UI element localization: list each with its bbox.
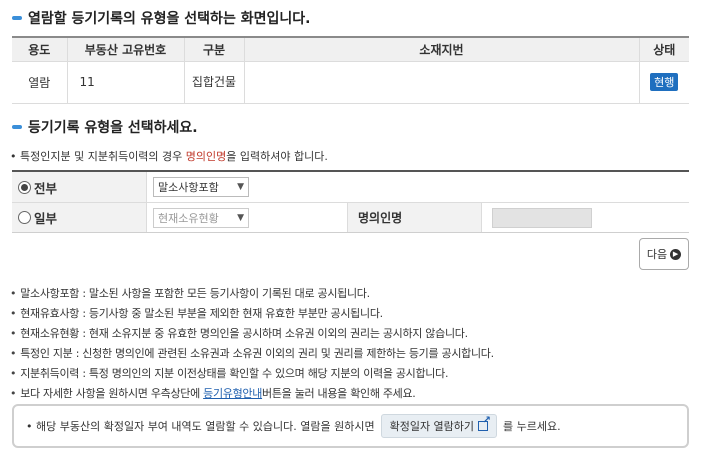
list-item: 지분취득이력 : 특정 명의인의 지분 이전상태를 확인할 수 있으며 해당 지…	[10, 364, 494, 384]
cell-property-id: 11	[66, 60, 185, 104]
radio-checked-icon[interactable]	[18, 180, 31, 194]
owner-name-input[interactable]	[492, 207, 592, 228]
list-item: 현재소유현황 : 현재 소유지분 중 유효한 명의인을 공시하며 소유권 이외의…	[10, 324, 494, 344]
chevron-down-icon: ▼	[237, 212, 244, 223]
radio-partial[interactable]: 일부	[12, 203, 147, 232]
record-type-guide-link[interactable]: 등기유형안내	[203, 387, 262, 400]
section-bullet-icon	[12, 125, 22, 129]
header-status: 상태	[638, 37, 689, 62]
cell-status: 현행	[638, 60, 689, 104]
section-title-record-type: 등기기록 유형을 선택하세요.	[12, 117, 198, 137]
name-required-note: • 특정인지분 및 지분취득이력의 경우 명의인명을 입력하셔야 합니다.	[10, 150, 328, 163]
section-title-text: 등기기록 유형을 선택하세요.	[28, 120, 198, 136]
next-button[interactable]: 다음 ▶	[639, 238, 689, 270]
header-usage: 용도	[12, 37, 68, 62]
cell-usage: 열람	[12, 60, 68, 104]
table-row: 열람 11 집합건물 현행	[12, 60, 689, 104]
chevron-down-icon: ▼	[237, 182, 244, 192]
radio-all[interactable]: 전부	[12, 172, 147, 202]
note-highlight: 명의인명	[185, 150, 227, 163]
external-link-icon	[478, 415, 491, 431]
section-title-text: 열람할 등기기록의 유형을 선택하는 화면입니다.	[28, 11, 311, 27]
table-header-row: 용도 부동산 고유번호 구분 소재지번 상태	[12, 37, 689, 62]
radio-all-label: 전부	[34, 180, 58, 196]
all-scope-select[interactable]: 말소사항포함 ▼	[153, 177, 249, 197]
cell-category: 집합건물	[183, 60, 245, 104]
cell-address	[243, 60, 640, 104]
radio-unchecked-icon[interactable]	[18, 211, 31, 224]
list-item: 특정인 지분 : 신청한 명의인에 관련된 소유권과 소유권 이외의 권리 및 …	[10, 344, 494, 364]
section-bullet-icon	[12, 16, 22, 20]
type-description-list: 말소사항포함 : 말소된 사항을 포함한 모든 등기사항이 기록된 대로 공시됩…	[10, 284, 494, 404]
record-type-selection: 전부 말소사항포함 ▼ 일부 현재소유현황 ▼ 명의인명	[12, 170, 689, 233]
section-title-type-selection: 열람할 등기기록의 유형을 선택하는 화면입니다.	[12, 8, 310, 28]
header-property-id: 부동산 고유번호	[66, 37, 185, 62]
fixed-date-info-box: • 해당 부동산의 확정일자 부여 내역도 열람할 수 있습니다. 열람을 원하…	[12, 404, 689, 448]
list-item: 말소사항포함 : 말소된 사항을 포함한 모든 등기사항이 기록된 대로 공시됩…	[10, 284, 494, 304]
option-row-partial: 일부 현재소유현황 ▼ 명의인명	[12, 202, 689, 232]
view-fixed-date-button[interactable]: 확정일자 열람하기	[380, 414, 498, 438]
header-address: 소재지번	[243, 37, 640, 62]
option-row-all: 전부 말소사항포함 ▼	[12, 172, 689, 202]
bullet-icon: •	[26, 419, 36, 433]
partial-scope-select[interactable]: 현재소유현황 ▼	[153, 207, 249, 228]
status-badge: 현행	[650, 73, 679, 91]
arrow-right-circle-icon: ▶	[670, 248, 682, 260]
bullet-icon: •	[10, 150, 20, 163]
property-info-table: 용도 부동산 고유번호 구분 소재지번 상태 열람 11 집합건물 현행	[12, 36, 689, 104]
list-item: 보다 자세한 사항을 원하시면 우측상단에 등기유형안내버튼을 눌러 내용을 확…	[10, 384, 494, 404]
owner-name-label: 명의인명	[347, 203, 482, 232]
header-category: 구분	[183, 37, 245, 62]
radio-partial-label: 일부	[34, 211, 58, 226]
list-item: 현재유효사항 : 등기사항 중 말소된 부분을 제외한 현재 유효한 부분만 공…	[10, 304, 494, 324]
